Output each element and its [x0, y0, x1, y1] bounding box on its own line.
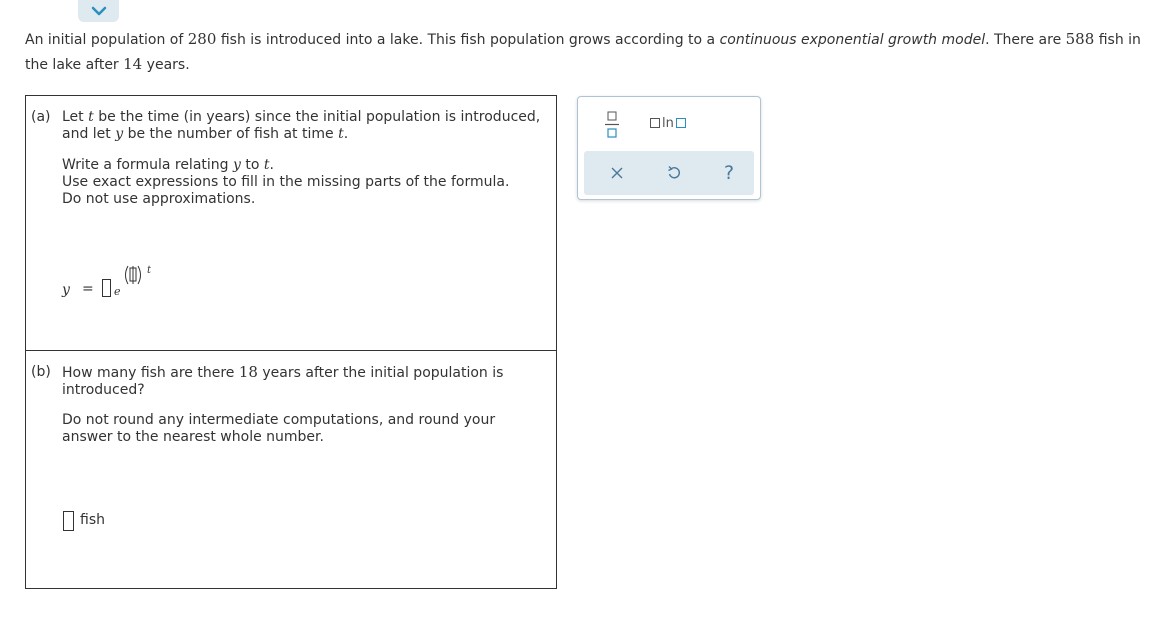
close-icon [611, 167, 623, 179]
part-a: (a) Let t be the time (in years) since t… [26, 96, 556, 351]
exponent-input[interactable] [121, 265, 145, 285]
fraction-button[interactable] [602, 109, 624, 141]
part-a-question: (a) Let t be the time (in years) since t… [31, 109, 541, 142]
palette-actions: ? [584, 151, 754, 195]
model-name: continuous exponential growth model [719, 32, 986, 48]
formula-exp-var: t [147, 265, 152, 276]
math-palette: ln ? [577, 96, 761, 200]
problem-statement: An initial population of 280 fish is int… [25, 30, 1141, 73]
ln-arg-box-icon [675, 118, 686, 128]
ln-button[interactable]: ln [650, 115, 686, 131]
part-b-letter: (b) [31, 364, 51, 380]
help-button[interactable]: ? [714, 159, 744, 187]
problem-box: (a) Let t be the time (in years) since t… [25, 95, 557, 589]
formula-lhs: y [62, 282, 70, 298]
part-b: (b) How many fish are there 18 years aft… [26, 351, 556, 588]
clear-button[interactable] [602, 159, 632, 187]
fraction-icon [605, 111, 619, 138]
part-b-instructions: Do not round any intermediate computatio… [62, 412, 496, 445]
exponent-box-icon [125, 265, 141, 285]
chevron-down-icon [91, 6, 106, 16]
ln-coeff-box-icon [650, 118, 660, 128]
collapse-button[interactable] [78, 0, 119, 22]
part-a-letter: (a) [31, 109, 51, 125]
formula-equals: = [82, 281, 94, 297]
part-a-instructions: Write a formula relating y to t. Use exa… [62, 157, 510, 207]
fish-unit-label: fish [80, 512, 105, 528]
undo-button[interactable] [659, 159, 689, 187]
coefficient-input[interactable] [102, 279, 111, 297]
fish-count-input[interactable] [63, 511, 74, 531]
formula-base: e [114, 285, 121, 298]
formula: y = e t [62, 264, 262, 304]
help-icon: ? [723, 162, 735, 184]
ln-label: ln [662, 115, 674, 131]
part-b-question: (b) How many fish are there 18 years aft… [31, 363, 504, 399]
undo-icon [668, 166, 681, 179]
